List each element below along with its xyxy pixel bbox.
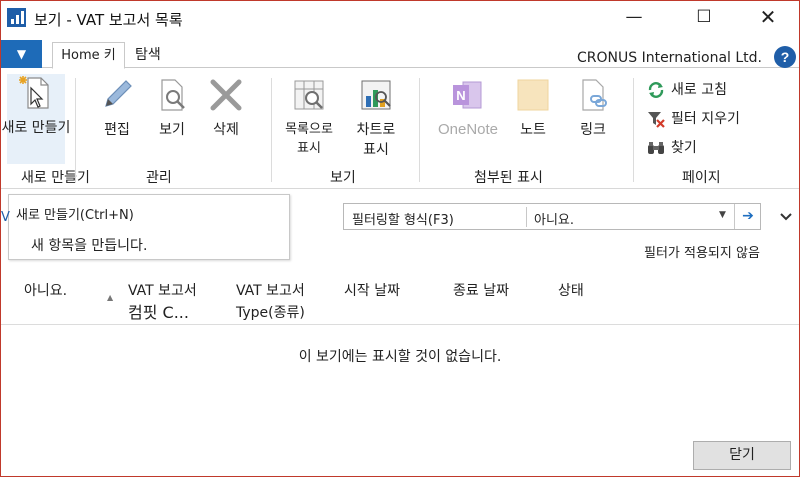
clear-filter-icon bbox=[647, 110, 665, 128]
refresh-button[interactable]: 새로 고침 bbox=[647, 79, 727, 99]
view-button[interactable]: 보기 bbox=[147, 76, 197, 140]
minimize-button[interactable]: — bbox=[611, 1, 657, 33]
chart-view-icon bbox=[357, 76, 395, 114]
binoculars-icon bbox=[647, 139, 665, 157]
page-caption-sliver: V bbox=[1, 210, 10, 225]
new-button-tooltip: 새로 만들기(Ctrl+N) 새 항목을 만듭니다. bbox=[8, 194, 290, 260]
filter-status-text: 필터가 적용되지 않음 bbox=[644, 246, 760, 261]
link-label: 링크 bbox=[580, 122, 606, 138]
edit-label: 편집 bbox=[104, 122, 130, 138]
tab-home[interactable]: Home 키 bbox=[52, 42, 125, 69]
expand-filter-chevron-icon[interactable] bbox=[780, 211, 792, 223]
show-as-list-label-2: 표시 bbox=[297, 141, 321, 156]
group-label-page: 페이지 bbox=[682, 170, 721, 186]
company-name[interactable]: CRONUS International Ltd. bbox=[577, 50, 762, 66]
group-label-new: 새로 만들기 bbox=[21, 170, 90, 186]
find-button[interactable]: 찾기 bbox=[647, 137, 697, 157]
new-document-icon bbox=[17, 74, 55, 112]
show-as-chart-label-1: 차트로 bbox=[356, 122, 396, 138]
tab-search[interactable]: 탐색 bbox=[135, 44, 161, 66]
group-label-view: 보기 bbox=[330, 170, 356, 186]
onenote-icon: N bbox=[449, 76, 487, 114]
app-window: 보기 - VAT 보고서 목록 — ☐ ✕ ▼ Home 키 탐색 CRONUS… bbox=[0, 0, 800, 477]
column-header-status[interactable]: 상태 bbox=[558, 280, 584, 302]
column-header-no[interactable]: 아니요. bbox=[24, 280, 67, 302]
view-document-icon bbox=[153, 76, 191, 114]
close-button[interactable]: 닫기 bbox=[693, 441, 791, 470]
column-header-start-date[interactable]: 시작 날짜 bbox=[344, 280, 400, 302]
show-as-list-label-1: 목록으로 bbox=[285, 122, 333, 137]
chevron-down-icon[interactable]: ▼ bbox=[719, 210, 726, 220]
refresh-label: 새로 고침 bbox=[671, 82, 727, 98]
new-button[interactable]: 새로 만들기 bbox=[2, 74, 70, 164]
edit-button[interactable]: 편집 bbox=[89, 76, 145, 140]
sticky-note-icon bbox=[514, 76, 552, 114]
new-label: 새로 만들기 bbox=[1, 120, 71, 136]
clear-filter-button[interactable]: 필터 지우기 bbox=[647, 108, 740, 128]
ribbon: 새로 만들기 새로 만들기 편집 보기 삭제 관리 목록으로 표시 차트로 표시… bbox=[1, 68, 799, 189]
filter-value-input[interactable]: 아니요. bbox=[534, 209, 574, 228]
table-header: 아니요. VAT 보고서 컴핏 C... VAT 보고서 Type(종류) 시작… bbox=[1, 275, 799, 325]
filter-box: 필터링할 형식(F3) 아니요. ▼ ➔ bbox=[343, 203, 761, 230]
note-label: 노트 bbox=[520, 122, 546, 138]
pencil-icon bbox=[98, 76, 136, 114]
onenote-button[interactable]: N OneNote bbox=[433, 76, 503, 140]
ribbon-tab-row: ▼ Home 키 탐색 CRONUS International Ltd. ? bbox=[1, 38, 799, 69]
link-document-icon bbox=[574, 76, 612, 114]
close-window-button[interactable]: ✕ bbox=[745, 1, 791, 33]
show-as-list-button[interactable]: 목록으로 표시 bbox=[279, 76, 339, 158]
link-button[interactable]: 링크 bbox=[568, 76, 618, 140]
note-button[interactable]: 노트 bbox=[508, 76, 558, 140]
tooltip-description: 새 항목을 만듭니다. bbox=[31, 238, 148, 254]
column-header-end-date[interactable]: 종료 날짜 bbox=[453, 280, 509, 302]
show-as-chart-label-2: 표시 bbox=[363, 142, 389, 158]
app-logo-icon bbox=[7, 8, 26, 27]
help-icon[interactable]: ? bbox=[774, 46, 796, 68]
find-label: 찾기 bbox=[671, 140, 697, 156]
view-label: 보기 bbox=[159, 122, 185, 138]
svg-text:N: N bbox=[456, 88, 465, 103]
column-header-vat-report-type[interactable]: VAT 보고서 Type(종류) bbox=[236, 280, 305, 324]
maximize-button[interactable]: ☐ bbox=[681, 1, 727, 33]
delete-x-icon bbox=[207, 76, 245, 114]
sort-ascending-icon: ▲ bbox=[107, 293, 114, 302]
delete-button[interactable]: 삭제 bbox=[201, 76, 251, 140]
refresh-icon bbox=[647, 81, 665, 99]
empty-list-message: 이 보기에는 표시할 것이 없습니다. bbox=[298, 349, 502, 365]
application-menu-button[interactable]: ▼ bbox=[1, 40, 42, 68]
column-header-vat-report-config[interactable]: VAT 보고서 컴핏 C... bbox=[128, 280, 197, 324]
tooltip-title: 새로 만들기(Ctrl+N) bbox=[16, 208, 134, 223]
delete-label: 삭제 bbox=[213, 122, 239, 138]
list-view-icon bbox=[290, 76, 328, 114]
clear-filter-label: 필터 지우기 bbox=[671, 111, 740, 127]
show-as-chart-button[interactable]: 차트로 표시 bbox=[346, 76, 406, 160]
filter-field-label[interactable]: 필터링할 형식(F3) bbox=[352, 209, 454, 228]
apply-filter-arrow-icon[interactable]: ➔ bbox=[734, 204, 761, 229]
group-label-attachments: 첨부된 표시 bbox=[474, 170, 543, 186]
title-bar: 보기 - VAT 보고서 목록 — ☐ ✕ bbox=[1, 1, 799, 35]
window-title: 보기 - VAT 보고서 목록 bbox=[34, 11, 183, 29]
onenote-label: OneNote bbox=[437, 121, 499, 138]
group-label-manage: 관리 bbox=[146, 170, 172, 186]
